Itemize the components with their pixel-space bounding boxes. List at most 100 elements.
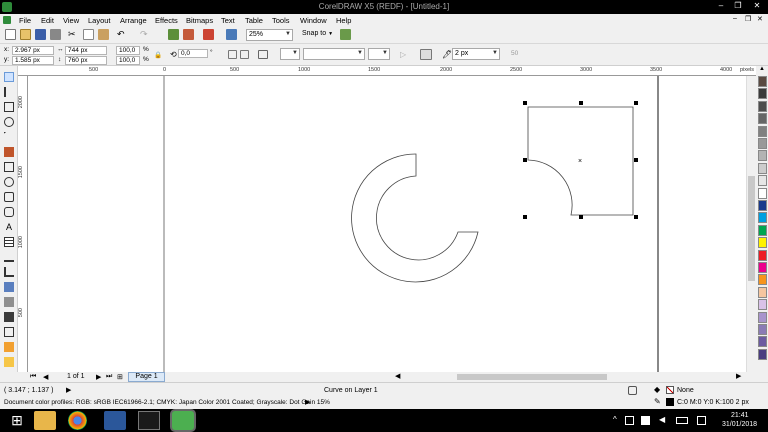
color-swatch[interactable] [758,76,767,87]
rectangle-tool-icon[interactable] [4,162,14,172]
ring-shape[interactable] [351,153,479,283]
menu-effects[interactable]: Effects [155,16,178,25]
new-icon[interactable] [5,29,16,40]
redo-icon[interactable]: ↷ [140,29,151,40]
coreldraw-taskbar-icon[interactable] [172,411,194,430]
application-launcher-icon[interactable] [203,29,214,40]
interactive-fill-tool-icon[interactable] [4,357,14,367]
color-swatch[interactable] [758,138,767,149]
save-icon[interactable] [35,29,46,40]
show-hidden-icons[interactable]: ^ [613,415,617,424]
menu-bitmaps[interactable]: Bitmaps [186,16,213,25]
scale-width-input[interactable]: 100,0 [116,46,140,55]
undo-icon[interactable]: ↶ [117,29,128,40]
freehand-tool-icon[interactable] [4,132,14,142]
menu-edit[interactable]: Edit [41,16,54,25]
doc-minimize-icon[interactable]: – [733,15,737,22]
snap-to-dropdown[interactable]: Snap to ▼ [302,30,333,37]
menu-table[interactable]: Table [245,16,263,25]
clock-date[interactable]: 31/01/2018 [722,421,757,428]
zoom-tool-icon[interactable] [4,117,14,127]
volume-icon[interactable]: ◀ [659,415,665,424]
lock-ratio-icon[interactable]: 🔒 [154,51,162,59]
menu-tools[interactable]: Tools [272,16,290,25]
color-swatch[interactable] [758,113,767,125]
next-page-icon[interactable]: ▶ [96,373,101,381]
color-swatch[interactable] [758,224,767,236]
zoom-level-select[interactable]: 25% ▼ [246,29,293,41]
open-icon[interactable] [20,29,31,40]
horizontal-scrollbar[interactable]: ◀ ▶ [395,372,746,382]
color-swatch[interactable] [758,187,767,199]
table-tool-icon[interactable] [4,237,14,247]
basic-shapes-tool-icon[interactable] [4,207,14,217]
connector-tool-icon[interactable] [4,267,14,277]
add-page-icon[interactable]: ⊞ [117,373,123,381]
fill-none-swatch[interactable] [666,386,674,394]
menu-window[interactable]: Window [300,16,327,25]
color-swatch[interactable] [758,150,767,162]
outline-width-select[interactable]: 2 px ▼ [452,48,500,60]
pick-tool-icon[interactable] [4,72,14,82]
horizontal-ruler[interactable]: 500 0 500 1000 1500 2000 2500 3000 3500 … [18,66,758,76]
doc-restore-icon[interactable]: ❐ [745,15,751,23]
options-icon[interactable] [340,29,351,40]
color-swatch[interactable] [758,125,767,137]
color-swatch[interactable] [758,88,767,100]
doc-close-icon[interactable]: ✕ [757,15,763,23]
color-swatch[interactable] [758,336,767,348]
palette-scroll-up-icon[interactable]: ▲ [759,66,765,72]
menu-arrange[interactable]: Arrange [120,16,147,25]
notification-icon[interactable] [697,416,706,425]
command-prompt-icon[interactable] [138,411,160,430]
transparency-tool-icon[interactable] [4,297,14,307]
to-curve-icon[interactable] [258,50,268,59]
line-style-select[interactable]: ▼ [303,48,365,60]
color-swatch[interactable] [758,100,767,112]
outline-color-swatch[interactable] [666,398,674,406]
copy-icon[interactable] [83,29,94,40]
color-swatch[interactable] [758,299,767,311]
x-position-input[interactable]: 2.967 px [12,46,54,55]
dimension-tool-icon[interactable] [4,252,14,262]
chrome-icon[interactable] [68,411,87,430]
word-icon[interactable] [104,411,126,430]
scroll-right-icon[interactable]: ▶ [736,372,741,380]
close-curve-icon[interactable]: ▷ [400,50,410,60]
close-button[interactable]: ✕ [750,1,764,10]
prev-page-icon[interactable]: ◀ [43,373,48,381]
color-swatch[interactable] [758,237,767,249]
mirror-horizontal-icon[interactable] [228,50,237,59]
file-explorer-icon[interactable] [34,411,56,430]
horizontal-scroll-thumb[interactable] [457,374,607,380]
color-swatch[interactable] [758,175,767,187]
blend-tool-icon[interactable] [4,282,14,292]
color-swatch[interactable] [758,348,767,360]
color-swatch[interactable] [758,262,767,273]
shape-tool-icon[interactable] [4,87,14,97]
height-input[interactable]: 760 px [65,56,107,65]
menu-help[interactable]: Help [336,16,351,25]
network-icon[interactable] [625,416,634,425]
keyboard-icon[interactable] [676,417,688,424]
color-swatch[interactable] [758,162,767,174]
cut-icon[interactable]: ✂ [68,29,79,40]
drawing-canvas[interactable]: × [28,76,746,372]
color-proof-icon[interactable] [628,386,637,395]
start-arrow-select[interactable]: ▼ [280,48,300,60]
print-icon[interactable] [50,29,61,40]
vertical-scroll-thumb[interactable] [748,176,755,281]
scale-height-input[interactable]: 100,0 [116,56,140,65]
width-input[interactable]: 744 px [65,46,107,55]
polygon-tool-icon[interactable] [4,192,14,202]
color-swatch[interactable] [758,324,767,335]
y-position-input[interactable]: 1.585 px [12,56,54,65]
action-center-icon[interactable] [641,416,650,425]
expand-arrow-icon[interactable]: ▶ [66,386,71,394]
smart-fill-tool-icon[interactable] [4,147,14,157]
restore-button[interactable]: ❐ [731,1,745,10]
color-swatch[interactable] [758,274,767,286]
color-swatch[interactable] [758,311,767,323]
color-swatch[interactable] [758,212,767,224]
wrap-text-icon[interactable] [420,49,432,60]
